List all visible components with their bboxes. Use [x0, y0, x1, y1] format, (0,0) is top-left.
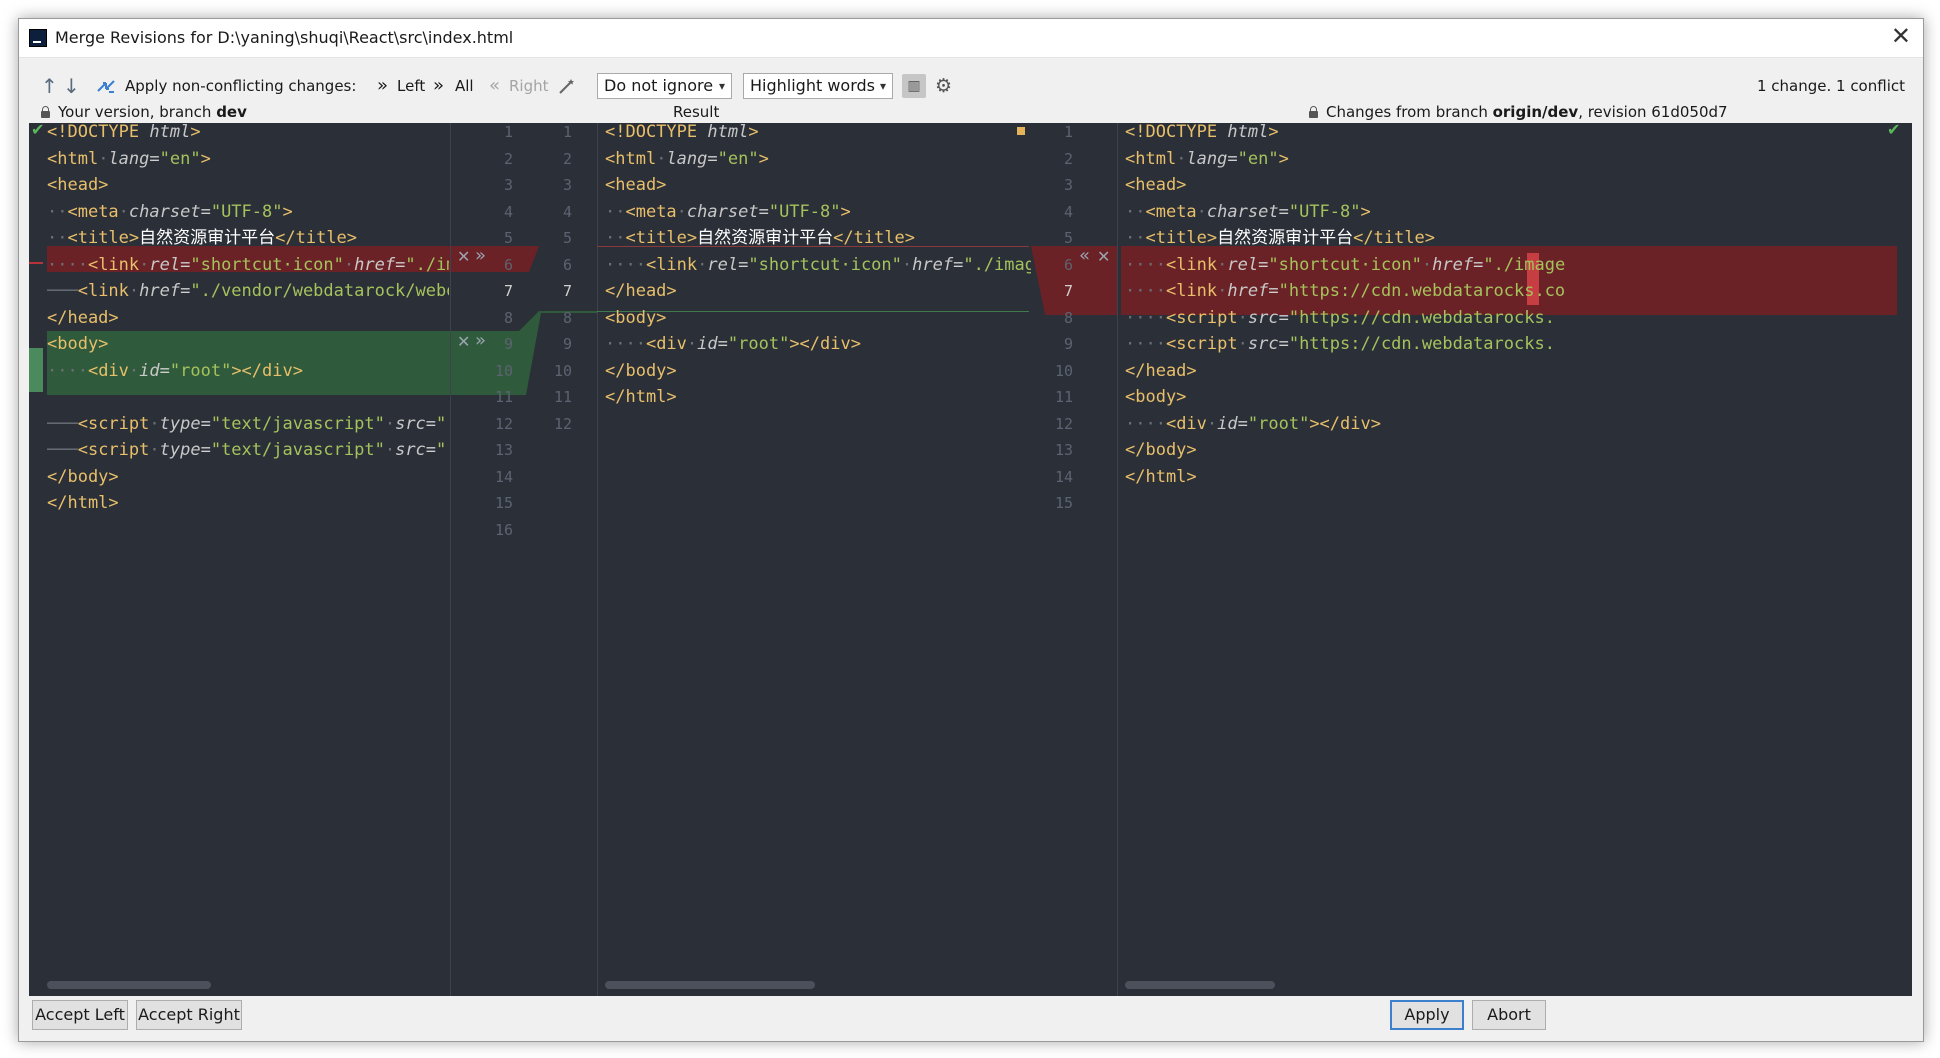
apply-all-button[interactable]: All — [455, 71, 474, 101]
line-number: 16 — [494, 520, 513, 539]
title-bar: Merge Revisions for D:\yaning\shuqi\Reac… — [19, 19, 1923, 58]
line-number: 11 — [553, 388, 572, 406]
line-number: 3 — [562, 176, 572, 194]
accept-right-conflict-icon[interactable]: « — [1079, 245, 1090, 266]
lock-icon — [1309, 106, 1318, 118]
line-number: 6 — [1063, 255, 1073, 274]
line-number: 4 — [503, 202, 513, 221]
line-number: 2 — [1063, 149, 1073, 168]
line-number: 1 — [1063, 123, 1073, 141]
lock-icon — [41, 106, 50, 118]
line-number: 10 — [494, 361, 513, 380]
apply-right-button[interactable]: Right — [509, 71, 549, 101]
line-number: 10 — [553, 361, 572, 380]
line-number: 13 — [494, 441, 513, 459]
window-title: Merge Revisions for D:\yaning\shuqi\Reac… — [55, 28, 514, 47]
magic-wand-icon[interactable] — [557, 71, 577, 101]
apply-left-button[interactable]: Left — [397, 71, 425, 101]
line-number: 7 — [1063, 282, 1073, 300]
merge-editor: ✔ <!DOCTYPE html> <html·lang="en"> <head… — [29, 123, 1912, 996]
discard-left-change-icon[interactable]: ✕ — [457, 332, 470, 351]
result-code: <!DOCTYPE html> <html·lang="en"> <head> … — [605, 123, 1031, 407]
close-icon[interactable]: ✕ — [1891, 22, 1911, 50]
left-horizontal-scrollbar[interactable] — [47, 981, 211, 989]
line-number: 12 — [494, 414, 513, 433]
highlight-mode-select[interactable]: Highlight words ▾ — [743, 73, 893, 99]
chevron-down-icon: ▾ — [718, 79, 725, 93]
abort-button[interactable]: Abort — [1472, 1000, 1546, 1030]
line-number: 1 — [562, 123, 572, 141]
line-number: 14 — [1054, 467, 1073, 486]
line-number: 6 — [562, 255, 572, 274]
merge-dialog: Merge Revisions for D:\yaning\shuqi\Reac… — [18, 18, 1924, 1042]
accept-right-button[interactable]: Accept Right — [136, 1000, 242, 1030]
line-number: 11 — [494, 388, 513, 406]
left-header-branch: dev — [216, 103, 247, 121]
line-number: 11 — [1054, 388, 1073, 406]
line-number: 9 — [503, 335, 513, 353]
result-pane-header: Result — [673, 103, 720, 121]
line-number: 3 — [1063, 176, 1073, 194]
line-number: 8 — [562, 308, 572, 327]
result-horizontal-scrollbar[interactable] — [605, 981, 815, 989]
right-pane-header: Changes from branch origin/dev, revision… — [1309, 101, 1728, 123]
apply-left-icon[interactable]: » — [377, 71, 388, 101]
ignore-whitespace-value: Do not ignore — [604, 76, 714, 95]
line-number: 8 — [503, 308, 513, 327]
previous-difference-icon[interactable]: ↑ — [41, 71, 58, 101]
line-number: 2 — [503, 149, 513, 168]
line-number: 13 — [1054, 441, 1073, 459]
apply-all-icon[interactable]: » — [433, 71, 444, 101]
line-number: 4 — [1063, 202, 1073, 221]
apply-right-icon[interactable]: « — [489, 71, 500, 101]
line-number: 9 — [562, 335, 572, 353]
line-number: 12 — [553, 414, 572, 433]
discard-right-conflict-icon[interactable]: ✕ — [1097, 247, 1110, 266]
line-number: 7 — [562, 282, 572, 300]
line-number: 1 — [503, 123, 513, 141]
right-horizontal-scrollbar[interactable] — [1125, 981, 1275, 989]
right-code: <!DOCTYPE html> <html·lang="en"> <head> … — [1125, 123, 1566, 487]
right-header-prefix: Changes from branch — [1326, 103, 1493, 121]
apply-button[interactable]: Apply — [1390, 1000, 1464, 1030]
line-number: 12 — [1054, 414, 1073, 433]
result-line-numbers: 1 2 3 4 5 6 7 8 9 10 11 12 — [544, 123, 572, 437]
line-number: 9 — [1063, 335, 1073, 353]
line-number: 5 — [503, 229, 513, 247]
line-number: 15 — [1054, 494, 1073, 512]
line-number: 10 — [1054, 361, 1073, 380]
chevron-down-icon: ▾ — [879, 79, 886, 93]
line-number: 2 — [562, 149, 572, 168]
line-number: 4 — [562, 202, 572, 221]
change-summary: 1 change. 1 conflict — [1756, 77, 1905, 95]
left-code: <!DOCTYPE html> <html·lang="en"> <head> … — [47, 123, 449, 513]
line-number: 6 — [503, 255, 513, 274]
left-header-prefix: Your version, branch — [58, 103, 217, 121]
right-header-revision: , revision 61d050d7 — [1578, 103, 1728, 121]
sync-scroll-icon[interactable]: ▥ — [902, 74, 926, 98]
line-number: 8 — [1063, 308, 1073, 327]
left-line-numbers: 1 2 3 4 5 6 7 8 9 10 11 12 13 14 15 16 — [485, 123, 513, 543]
left-pane-header: Your version, branch dev — [41, 101, 247, 123]
left-resolved-check-icon: ✔ — [31, 123, 45, 139]
right-resolved-check-icon: ✔ — [1887, 123, 1901, 139]
toolbar: ↑ ↓ Apply non-conflicting changes: » Lef… — [19, 71, 1923, 101]
app-icon — [29, 29, 47, 47]
discard-left-conflict-icon[interactable]: ✕ — [457, 247, 470, 266]
line-number: 5 — [562, 229, 572, 247]
line-number: 7 — [503, 282, 513, 300]
ignore-whitespace-select[interactable]: Do not ignore ▾ — [597, 73, 732, 99]
line-number: 5 — [1063, 229, 1073, 247]
magic-resolve-icon[interactable] — [95, 71, 117, 101]
apply-non-conflicting-label: Apply non-conflicting changes: — [125, 77, 357, 95]
line-number: 3 — [503, 176, 513, 194]
line-number: 15 — [494, 494, 513, 512]
settings-gear-icon[interactable]: ⚙ — [935, 71, 952, 101]
highlight-mode-value: Highlight words — [750, 76, 875, 95]
next-difference-icon[interactable]: ↓ — [63, 71, 80, 101]
right-line-numbers: 1 2 3 4 5 6 7 8 9 10 11 12 13 14 15 — [1043, 123, 1073, 517]
accept-left-button[interactable]: Accept Left — [32, 1000, 128, 1030]
right-header-branch: origin/dev — [1492, 103, 1579, 121]
line-number: 14 — [494, 467, 513, 486]
